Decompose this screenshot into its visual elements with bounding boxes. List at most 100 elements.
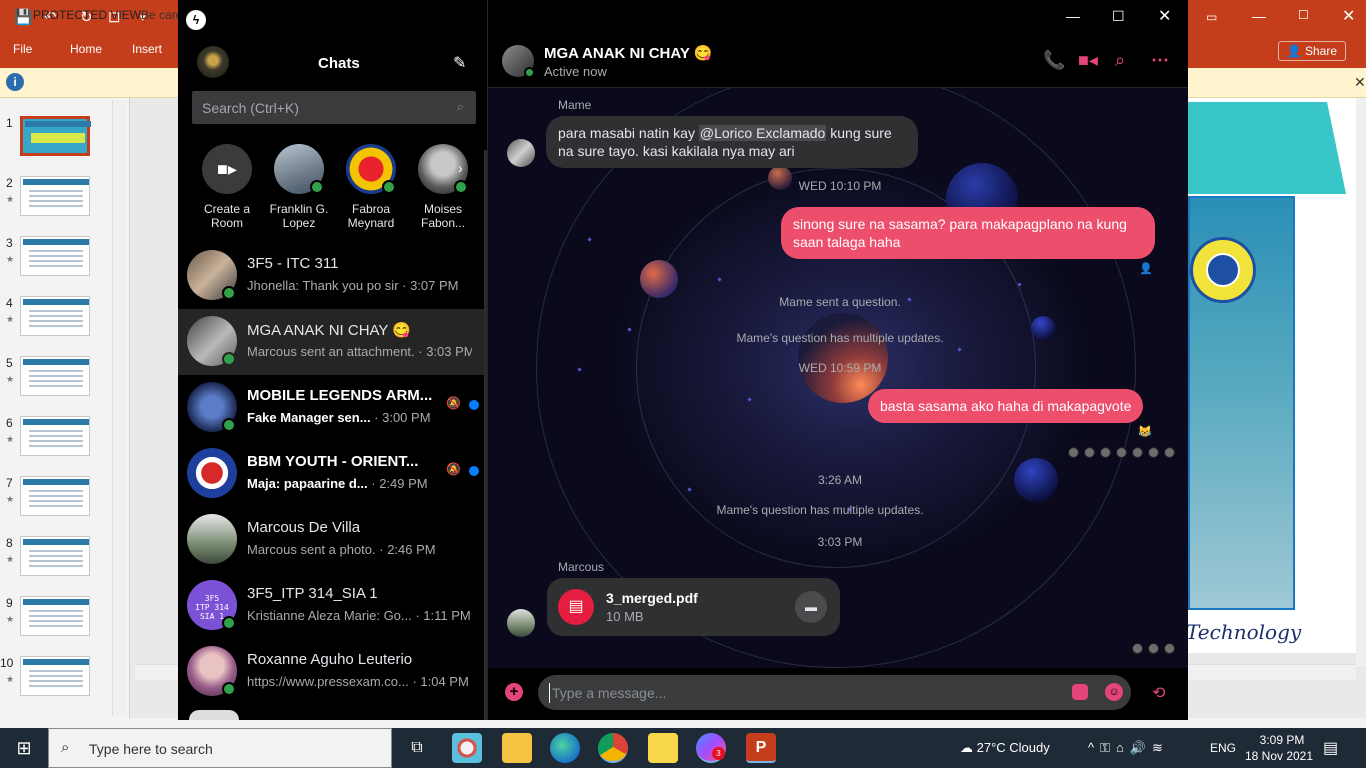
search-input[interactable] — [202, 98, 442, 118]
sticker-icon[interactable] — [1072, 684, 1088, 700]
slide-thumbnail[interactable] — [20, 176, 90, 216]
chat-row[interactable]: MOBILE LEGENDS ARM... Fake Manager sen..… — [178, 375, 486, 441]
outgoing-message[interactable]: sinong sure na sasama? para makapagplano… — [781, 207, 1155, 259]
conversation-title[interactable]: MGA ANAK NI CHAY 😋 — [544, 44, 712, 62]
paint-app-icon[interactable] — [452, 733, 482, 763]
chat-preview: https://www.pressexam.co... · 1:04 PM — [247, 674, 472, 689]
slide-thumbnail[interactable] — [20, 116, 91, 156]
system-message[interactable]: Mame's question has multiple updates. — [700, 331, 980, 345]
taskbar-search-box[interactable]: ⌕ Type here to search — [48, 728, 392, 768]
system-message[interactable]: Mame's question has multiple updates. — [680, 503, 960, 517]
message-box[interactable]: ☺ — [538, 675, 1131, 710]
clock-date[interactable]: 18 Nov 2021 — [1244, 749, 1314, 763]
share-button[interactable]: 👤 Share — [1277, 41, 1346, 61]
ppt-minimize-icon[interactable]: — — [1252, 8, 1266, 24]
create-room-button[interactable]: ■▸ Create a Room — [191, 144, 263, 230]
file-attachment[interactable]: ▤ 3_merged.pdf 10 MB ▬ — [547, 578, 840, 636]
slide-thumbnail[interactable] — [20, 236, 90, 276]
slide-vertical-scrollbar[interactable] — [1356, 98, 1366, 666]
chrome-browser-icon[interactable] — [598, 733, 628, 763]
tab-insert[interactable]: Insert — [132, 42, 162, 56]
input-language[interactable]: ENG — [1210, 741, 1236, 755]
slide-thumbnail[interactable] — [20, 416, 90, 456]
task-view-icon[interactable]: ⧉ — [402, 733, 432, 763]
open-folder-button[interactable]: ▬ — [795, 591, 827, 623]
file-explorer-icon[interactable] — [502, 733, 532, 763]
tab-home[interactable]: Home — [70, 42, 102, 56]
search-conversation-icon[interactable]: ⌕ — [1115, 50, 1125, 71]
system-tray-icons[interactable]: ^⚿⌂🔊≋ — [1088, 740, 1169, 756]
video-call-icon[interactable]: ■◂ — [1078, 50, 1098, 71]
protected-close-icon[interactable]: ✕ — [1354, 74, 1366, 91]
maximize-icon[interactable]: ☐ — [1112, 8, 1125, 25]
outgoing-message[interactable]: basta sasama ako haha di makapagvote — [868, 389, 1144, 423]
slide-number: 5 — [6, 356, 13, 370]
ppt-maximize-icon[interactable]: ☐ — [1298, 8, 1309, 22]
reaction-icon[interactable]: 😹 — [1138, 425, 1152, 438]
chat-name: Roxanne Aguho Leuterio — [247, 651, 413, 668]
plus-icon[interactable]: + — [505, 683, 523, 701]
search-icon: ⌕ — [456, 99, 464, 114]
slide-thumbnail[interactable] — [20, 476, 90, 516]
slide-thumbnail[interactable] — [20, 356, 90, 396]
chat-row[interactable]: Roxanne Aguho Leuterio https://www.press… — [178, 639, 486, 705]
transition-icon: ★ — [6, 494, 15, 504]
powerpoint-app-icon[interactable]: P — [746, 733, 776, 763]
new-message-icon[interactable]: ✎ — [453, 53, 472, 72]
save-icon[interactable]: 💾 — [14, 8, 33, 26]
chat-preview: Marcous sent an attachment. · 3:03 PM — [247, 344, 472, 359]
ppt-close-icon[interactable]: ✕ — [1342, 6, 1355, 26]
theme-planet — [798, 313, 888, 403]
read-receipt-avatar — [1084, 447, 1095, 458]
theme-planet — [1031, 316, 1055, 340]
quick-reaction-icon[interactable]: ⟲ — [1152, 683, 1165, 703]
chat-preview: Kristianne Aleza Marie: Go... · 1:11 PM — [247, 608, 472, 623]
incoming-message[interactable]: para masabi natin kay @Lorico Exclamado … — [546, 116, 918, 168]
online-indicator — [222, 616, 236, 630]
chevron-right-icon[interactable]: › — [458, 160, 463, 176]
minimize-icon[interactable]: — — [1066, 8, 1080, 24]
sender-avatar[interactable] — [507, 139, 535, 167]
windows-start-icon[interactable]: ⊞ — [0, 728, 48, 768]
slide-thumbnail[interactable] — [20, 596, 90, 636]
sender-avatar[interactable] — [507, 609, 535, 637]
taskbar-search-text: Type here to search — [89, 741, 213, 757]
slide-thumbnail[interactable] — [20, 656, 90, 696]
active-contact[interactable]: Franklin G. Lopez — [263, 144, 335, 230]
chat-row[interactable]: Marcous De Villa Marcous sent a photo. ·… — [178, 507, 486, 573]
active-contact[interactable]: Moises Fabon... — [407, 144, 479, 230]
emoji-icon[interactable]: ☺ — [1105, 683, 1123, 701]
chat-row[interactable]: BBM YOUTH - ORIENT... Maja: papaarine d.… — [178, 441, 486, 507]
chat-list-scrollbar[interactable] — [484, 150, 487, 720]
clock-time[interactable]: 3:09 PM — [1252, 733, 1312, 747]
close-icon[interactable]: ✕ — [1158, 6, 1171, 26]
slide-thumbnail[interactable] — [20, 296, 90, 336]
transition-icon: ★ — [6, 614, 15, 624]
notification-center-icon[interactable]: ▤ — [1323, 738, 1338, 758]
chat-row[interactable]: 3F5 ITP 314 SIA 1 3F5_ITP 314_SIA 1 Kristi… — [178, 573, 486, 639]
transition-icon: ★ — [6, 314, 15, 324]
thumbnail-scrollbar[interactable] — [112, 100, 126, 716]
search-box[interactable]: ⌕ — [192, 91, 476, 124]
transition-icon: ★ — [6, 254, 15, 264]
profile-avatar[interactable] — [197, 46, 229, 78]
share-label: Share — [1304, 44, 1337, 58]
slide-number: 9 — [6, 596, 13, 610]
slide-thumbnail[interactable] — [20, 536, 90, 576]
message-input[interactable] — [549, 683, 1049, 703]
active-contact[interactable]: Fabroa Meynard — [335, 144, 407, 230]
weather-widget[interactable]: ☁ 27°C Cloudy — [960, 740, 1050, 756]
mention-link[interactable]: @Lorico Exclamado — [698, 125, 827, 141]
message-text: para masabi natin kay — [558, 125, 699, 141]
chat-row[interactable]: 3F5 - ITC 311 Jhonella: Thank you po sir… — [178, 243, 486, 309]
avatar — [346, 144, 396, 194]
sticky-notes-icon[interactable] — [648, 733, 678, 763]
tab-file[interactable]: File — [13, 42, 32, 56]
chat-row-selected[interactable]: MGA ANAK NI CHAY 😋 Marcous sent an attac… — [178, 309, 486, 375]
chat-preview: Maja: papaarine d... · 2:49 PM — [247, 476, 447, 491]
messenger-app-icon[interactable]: 3 — [696, 733, 726, 763]
phone-icon[interactable]: 📞 — [1043, 50, 1065, 71]
edge-browser-icon[interactable] — [550, 733, 580, 763]
more-options-icon[interactable]: ⋯ — [1151, 50, 1169, 71]
ribbon-display-icon[interactable]: ▭ — [1206, 10, 1217, 24]
